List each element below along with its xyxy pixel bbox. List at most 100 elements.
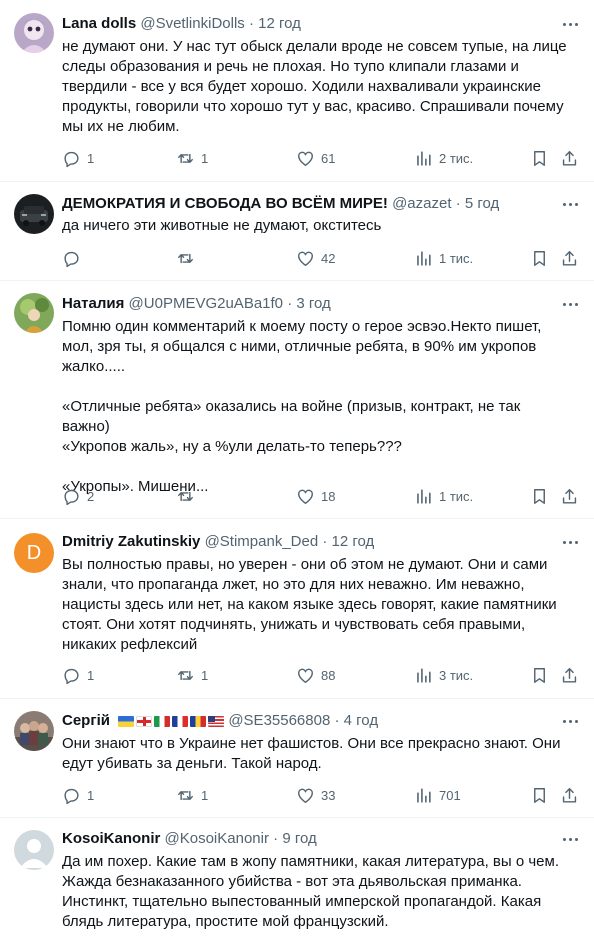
tweet-header: Сергій @SE35566808 · 4 год — [62, 712, 379, 729]
tweet-header: Lana dolls @SvetlinkiDolls · 12 год — [62, 15, 301, 32]
retweet-button[interactable]: 1 — [176, 147, 208, 169]
more-options-icon[interactable] — [560, 829, 580, 849]
avatar[interactable] — [14, 711, 54, 751]
display-name[interactable]: KosoiKanonir — [62, 830, 160, 847]
views-button[interactable]: 1 тис. — [414, 485, 473, 507]
display-name[interactable]: ДЕМОКРАТИЯ И СВОБОДА ВО ВСЁМ МИРЕ! — [62, 195, 388, 212]
tweet-text: Вы полностью правы, но уверен - они об э… — [62, 556, 557, 653]
share-button[interactable] — [560, 247, 579, 269]
bookmark-icon — [534, 150, 545, 166]
tweet-header: ДЕМОКРАТИЯ И СВОБОДА ВО ВСЁМ МИРЕ! @azaz… — [62, 195, 500, 212]
avatar[interactable] — [14, 194, 54, 234]
reply-button[interactable] — [62, 247, 87, 269]
views-count: 1 тис. — [439, 488, 474, 504]
user-handle[interactable]: @Stimpank_Ded — [205, 533, 319, 550]
retweet-button[interactable] — [176, 485, 201, 507]
usa-flag-icon — [208, 716, 225, 727]
views-button[interactable]: 3 тис. — [414, 664, 473, 686]
bookmark-button[interactable] — [530, 664, 549, 686]
like-button[interactable]: 42 — [296, 247, 335, 269]
retweet-button[interactable]: 1 — [176, 784, 208, 806]
views-chart-icon — [417, 667, 431, 683]
display-name[interactable]: Сергій — [62, 712, 110, 729]
share-button[interactable] — [560, 147, 579, 169]
bookmark-button[interactable] — [530, 247, 549, 269]
share-button[interactable] — [560, 485, 579, 507]
reply-tweet[interactable]: D Dmitriy Zakutinskiy @Stimpank_Ded · 12… — [0, 519, 594, 699]
bookmark-button[interactable] — [530, 147, 549, 169]
action-bar: 1 1 88 3 тис. — [58, 664, 580, 686]
reply-count: 1 — [87, 150, 95, 166]
reply-count: 1 — [87, 787, 95, 803]
retweet-count: 1 — [201, 667, 209, 683]
timestamp[interactable]: 9 год — [282, 830, 316, 847]
reply-button[interactable]: 1 — [62, 147, 94, 169]
timestamp[interactable]: 5 год — [465, 195, 499, 212]
like-count: 61 — [321, 150, 336, 166]
tweet-text: не думают они. У нас тут обыск делали вр… — [62, 38, 567, 135]
reply-tweet[interactable]: Наталия @U0PMEVG2uABa1f0 · 3 год Помню о… — [0, 281, 594, 519]
tweet-text: Да им похер. Какие там в жопу памятники,… — [62, 853, 559, 930]
reply-icon — [64, 489, 79, 505]
views-count: 1 тис. — [439, 250, 474, 266]
share-icon — [562, 250, 577, 266]
like-button[interactable]: 33 — [296, 784, 335, 806]
romania-flag-icon — [190, 716, 207, 727]
tweet-text: да ничего эти животные не думают, окстит… — [62, 217, 382, 234]
like-button[interactable]: 88 — [296, 664, 335, 686]
retweet-button[interactable] — [176, 247, 201, 269]
like-button[interactable]: 18 — [296, 485, 335, 507]
retweet-count: 1 — [201, 150, 209, 166]
share-button[interactable] — [560, 784, 579, 806]
reply-tweet[interactable]: Сергій @SE35566808 · 4 год Они знают что… — [0, 699, 594, 818]
views-chart-icon — [417, 787, 431, 803]
retweet-icon — [178, 790, 193, 800]
more-options-icon[interactable] — [560, 194, 580, 214]
reply-tweet[interactable]: Lana dolls @SvetlinkiDolls · 12 год не д… — [0, 0, 594, 182]
reply-tweet[interactable]: KosoiKanonir @KosoiKanonir · 9 год Да им… — [0, 818, 594, 937]
avatar[interactable]: D — [14, 533, 54, 573]
avatar[interactable] — [14, 13, 54, 53]
more-options-icon[interactable] — [560, 14, 580, 34]
retweet-icon — [178, 253, 193, 263]
reply-button[interactable]: 2 — [62, 485, 94, 507]
timestamp[interactable]: 12 год — [332, 533, 375, 550]
more-options-icon[interactable] — [560, 532, 580, 552]
user-handle[interactable]: @KosoiKanonir — [165, 830, 269, 847]
views-button[interactable]: 1 тис. — [414, 247, 473, 269]
heart-icon — [298, 668, 313, 683]
views-count: 3 тис. — [439, 667, 474, 683]
bookmark-button[interactable] — [530, 784, 549, 806]
share-icon — [562, 488, 577, 504]
reply-icon — [64, 668, 79, 684]
avatar[interactable] — [14, 830, 54, 870]
avatar[interactable] — [14, 293, 54, 333]
share-button[interactable] — [560, 664, 579, 686]
views-chart-icon — [417, 488, 431, 504]
display-name[interactable]: Dmitriy Zakutinskiy — [62, 533, 200, 550]
reply-button[interactable]: 1 — [62, 664, 94, 686]
display-name[interactable]: Lana dolls — [62, 15, 136, 32]
action-bar: 2 18 1 тис. — [58, 485, 580, 507]
bookmark-button[interactable] — [530, 485, 549, 507]
reply-tweet[interactable]: ДЕМОКРАТИЯ И СВОБОДА ВО ВСЁМ МИРЕ! @azaz… — [0, 182, 594, 281]
timestamp[interactable]: 3 год — [296, 295, 330, 312]
user-handle[interactable]: @U0PMEVG2uABa1f0 — [129, 295, 283, 312]
more-options-icon[interactable] — [560, 711, 580, 731]
tweet-text: Они знают что в Украине нет фашистов. Он… — [62, 735, 561, 772]
bookmark-icon — [534, 250, 545, 266]
retweet-button[interactable]: 1 — [176, 664, 208, 686]
heart-icon — [298, 788, 313, 803]
display-name[interactable]: Наталия — [62, 295, 124, 312]
more-options-icon[interactable] — [560, 294, 580, 314]
user-handle[interactable]: @SE35566808 — [228, 712, 330, 729]
user-handle[interactable]: @SvetlinkiDolls — [140, 15, 244, 32]
like-button[interactable]: 61 — [296, 147, 335, 169]
reply-button[interactable]: 1 — [62, 784, 94, 806]
views-button[interactable]: 2 тис. — [414, 147, 473, 169]
timestamp[interactable]: 12 год — [258, 15, 301, 32]
retweet-icon — [178, 491, 193, 501]
timestamp[interactable]: 4 год — [344, 712, 378, 729]
views-button[interactable]: 701 — [414, 784, 461, 806]
user-handle[interactable]: @azazet — [392, 195, 451, 212]
